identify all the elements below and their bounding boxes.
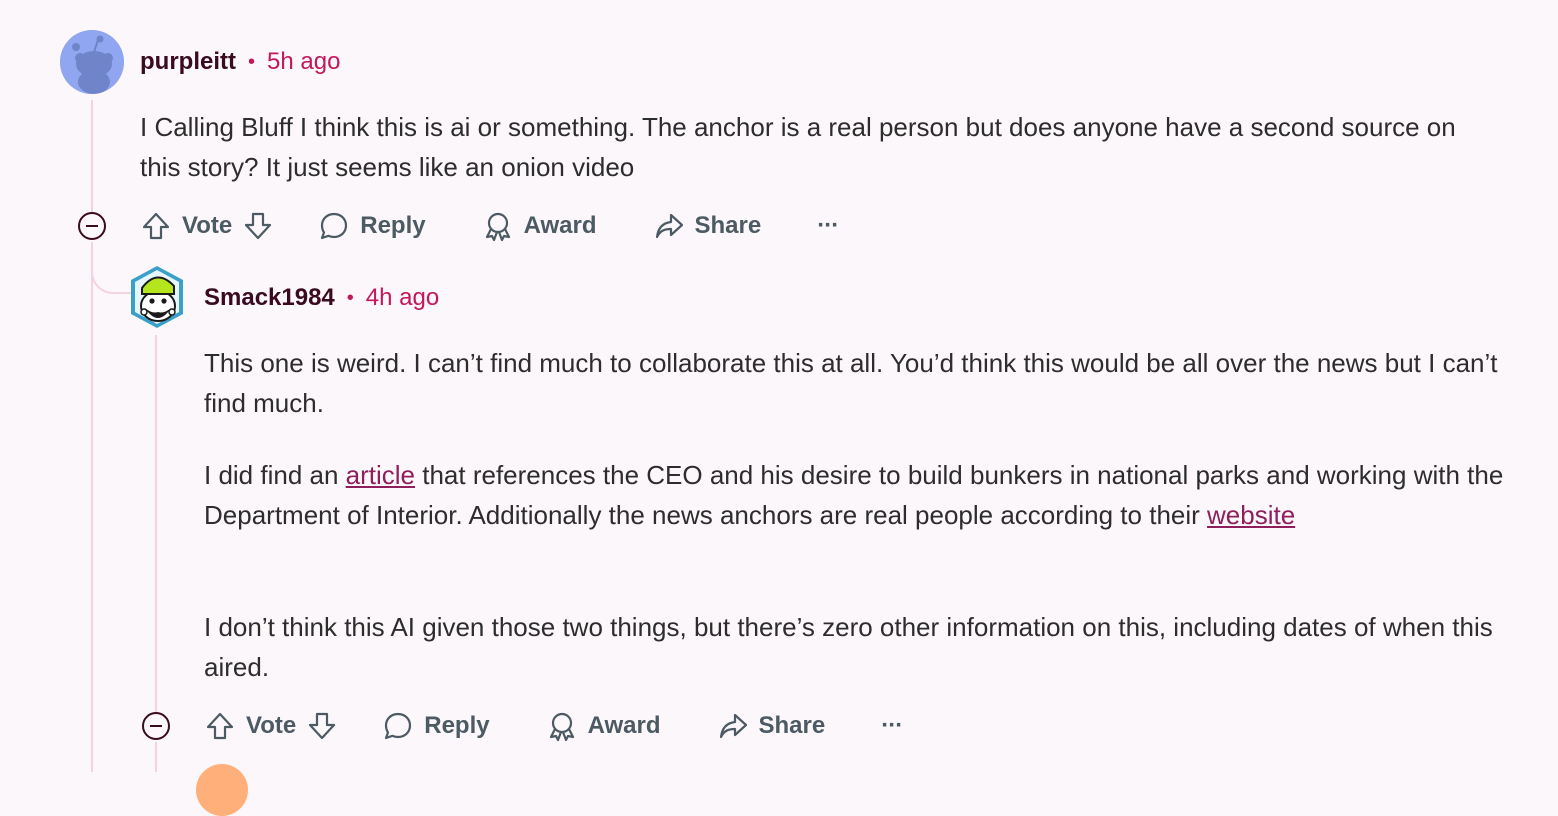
avatar-smack1984[interactable] <box>128 264 186 330</box>
upvote-arrow-icon <box>142 212 170 240</box>
snoo-avatar-icon <box>60 30 124 94</box>
username-smack1984[interactable]: Smack1984 <box>204 284 335 312</box>
comment-bubble-icon <box>321 212 348 240</box>
comment-bubble-icon <box>385 712 412 740</box>
comment-timestamp[interactable]: 4h ago <box>366 284 439 312</box>
username-purpleitt[interactable]: purpleitt <box>140 48 236 76</box>
upvote-button[interactable]: Vote <box>140 210 232 242</box>
avatar-purpleitt[interactable] <box>60 30 124 94</box>
thread-line-comment1-lower <box>91 242 93 772</box>
reply-button[interactable]: Reply <box>318 210 426 242</box>
collapse-comment1-button[interactable] <box>78 212 106 240</box>
thread-line-comment2-lower <box>155 742 157 772</box>
comment1-actions: Vote Reply Award Share ··· <box>140 206 839 246</box>
award-label: Award <box>523 212 597 239</box>
share-arrow-icon <box>719 713 747 739</box>
ellipsis-icon: ··· <box>817 212 839 239</box>
comment1-body: I Calling Bluff I think this is ai or so… <box>140 112 1456 182</box>
collapse-comment2-button[interactable] <box>142 712 170 740</box>
share-label: Share <box>758 712 826 739</box>
reply-label: Reply <box>360 212 426 239</box>
comment2-paragraph-1: This one is weird. I can’t find much to … <box>204 348 1498 418</box>
minus-icon <box>150 725 162 727</box>
award-label: Award <box>587 712 661 739</box>
vote-label: Vote <box>182 212 233 239</box>
upvote-button[interactable]: Vote <box>204 710 296 742</box>
comment2-header: Smack1984 • 4h ago <box>204 284 439 312</box>
award-button[interactable]: Award <box>482 210 597 242</box>
downvote-arrow-icon <box>309 712 336 740</box>
share-arrow-icon <box>655 213 683 239</box>
comment-timestamp[interactable]: 5h ago <box>267 48 340 76</box>
downvote-button[interactable] <box>242 210 274 242</box>
thread-line-comment1 <box>91 100 93 212</box>
meta-separator: • <box>248 50 256 73</box>
award-ribbon-icon <box>549 712 574 742</box>
comment2-paragraph-3: I don’t think this AI given those two th… <box>204 612 1493 682</box>
meta-separator: • <box>346 286 354 309</box>
article-link[interactable]: article <box>346 460 415 490</box>
downvote-button[interactable] <box>306 710 338 742</box>
paragraph-text: I did find an <box>204 460 346 490</box>
reply-button[interactable]: Reply <box>382 710 490 742</box>
award-button[interactable]: Award <box>546 710 661 742</box>
vote-label: Vote <box>246 712 297 739</box>
comment2-paragraph-2: I did find an article that references th… <box>204 455 1504 535</box>
more-options-button[interactable]: ··· <box>817 212 839 240</box>
share-label: Share <box>694 212 762 239</box>
more-options-button[interactable]: ··· <box>881 712 903 740</box>
downvote-arrow-icon <box>245 212 272 240</box>
reply-label: Reply <box>424 712 490 739</box>
ellipsis-icon: ··· <box>881 712 903 739</box>
comment2-actions: Vote Reply Award Share ··· <box>204 706 903 746</box>
award-ribbon-icon <box>485 212 510 242</box>
comment1-header: purpleitt • 5h ago <box>140 48 340 76</box>
upvote-arrow-icon <box>206 712 234 740</box>
share-button[interactable]: Share <box>717 710 826 742</box>
minus-icon <box>86 225 98 227</box>
thread-line-comment2 <box>155 335 157 712</box>
website-link[interactable]: website <box>1207 500 1295 530</box>
share-button[interactable]: Share <box>653 210 762 242</box>
snoo-beanie-avatar-icon <box>131 266 183 328</box>
